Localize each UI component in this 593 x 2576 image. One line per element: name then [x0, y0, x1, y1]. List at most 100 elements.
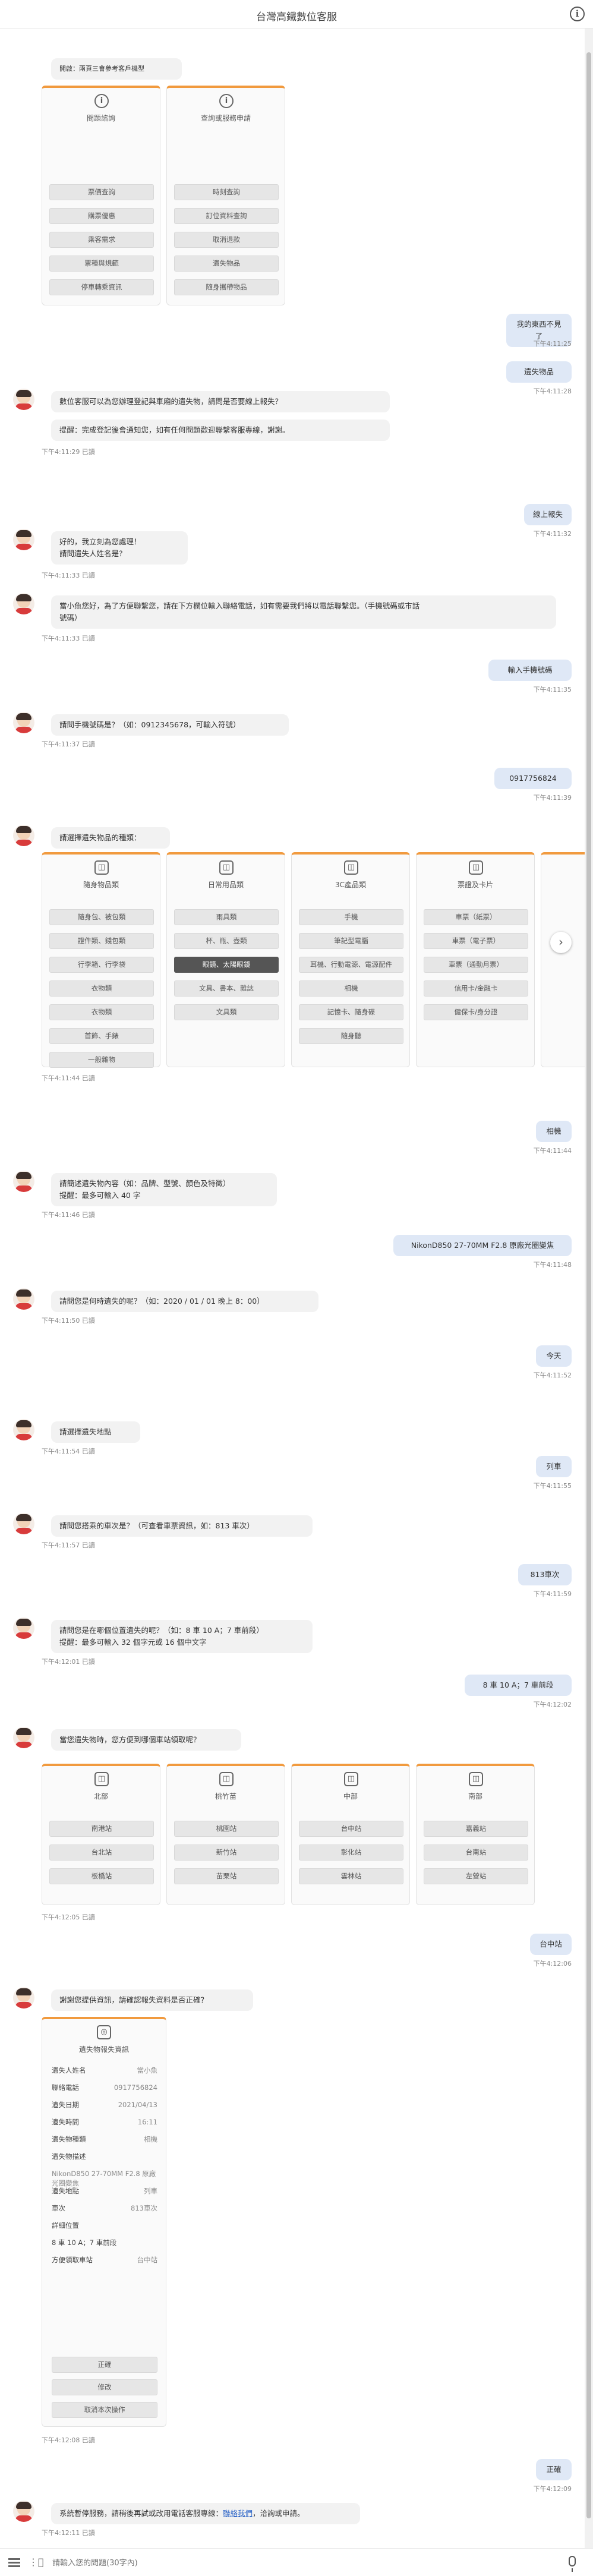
option-button[interactable]: 筆記型電腦	[299, 933, 403, 949]
card-title: 北部	[93, 1792, 108, 1801]
summary-action-button[interactable]: 正確	[52, 2357, 157, 2373]
option-card: ◫ 中部 台中站 彰化站 雲林站	[291, 1764, 410, 1905]
option-button[interactable]: 記憶卡、隨身碟	[299, 1004, 403, 1020]
summary-row: 遺失物描述	[52, 2152, 86, 2161]
bot-avatar	[13, 1727, 34, 1748]
option-button[interactable]: 訂位資料查詢	[174, 208, 279, 224]
option-button[interactable]: 隨身聽	[299, 1028, 403, 1044]
option-card: ◫	[541, 852, 585, 1067]
summary-action-button[interactable]: 修改	[52, 2379, 157, 2395]
summary-row: 聯絡電話 0917756824	[52, 2083, 157, 2092]
option-card: ◫ 日常用品類雨具類杯、瓶、壺類 眼鏡、太陽眼鏡 文具、書本、雜誌 文具類	[166, 852, 285, 1067]
option-button[interactable]: 行李箱、行李袋	[49, 957, 154, 973]
option-button[interactable]: 南港站	[49, 1821, 154, 1837]
option-button[interactable]: 眼鏡、太陽眼鏡	[174, 957, 279, 973]
category-icon: ◫	[219, 860, 234, 875]
bot-avatar	[13, 529, 34, 550]
bot-avatar	[13, 1987, 34, 2009]
option-button[interactable]: 一般雜物	[49, 1052, 154, 1068]
quick-reply-icon[interactable]: ⋮⃰	[29, 2556, 44, 2568]
option-button[interactable]: 文具類	[174, 1004, 279, 1020]
microphone-icon[interactable]	[569, 2556, 576, 2572]
bot-avatar	[13, 1288, 34, 1310]
summary-row: NikonD850 27-70MM F2.8 原廠光圈變焦	[52, 2170, 156, 2187]
card-title: 查詢或服務申請	[200, 114, 251, 122]
option-button[interactable]: 隨身攜帶物品	[174, 279, 279, 295]
option-button[interactable]: 時刻查詢	[174, 184, 279, 200]
scrollbar-thumb[interactable]	[586, 52, 591, 2518]
option-button[interactable]: 車票（電子票）	[424, 933, 528, 949]
category-icon: ◫	[344, 860, 358, 875]
option-button[interactable]: 苗栗站	[174, 1868, 279, 1884]
message-input[interactable]	[52, 2554, 551, 2572]
bot-avatar	[13, 593, 34, 614]
bot-avatar	[13, 1171, 34, 1192]
option-button[interactable]: 左營站	[424, 1868, 528, 1884]
option-button[interactable]: 台北站	[49, 1844, 154, 1861]
card-title: 桃竹苗	[215, 1792, 236, 1801]
carousel-next-arrow[interactable]: ›	[550, 932, 572, 953]
option-button[interactable]: 遺失物品	[174, 256, 279, 272]
option-button[interactable]: 杯、瓶、壺類	[174, 933, 279, 949]
option-button[interactable]: 衣物類	[49, 1004, 154, 1020]
option-button[interactable]: 票價查詢	[49, 184, 154, 200]
option-card: ◫ 北部 南港站 台北站 板橋站	[42, 1764, 160, 1905]
card-title: 票證及卡片	[457, 881, 493, 889]
chat-scrollbar[interactable]	[585, 29, 593, 2548]
header-bar: 台灣高鐵數位客服 i	[0, 0, 593, 29]
option-button[interactable]: 取消退款	[174, 232, 279, 248]
page-title: 台灣高鐵數位客服	[256, 11, 337, 23]
train-icon: ◎	[97, 2025, 111, 2039]
option-card: ◫ 桃竹苗 桃園站 新竹站 苗栗站	[166, 1764, 285, 1905]
option-button[interactable]: 健保卡/身分證	[424, 1004, 528, 1020]
option-button[interactable]: 停車轉乘資訊	[49, 279, 154, 295]
menu-icon[interactable]	[8, 2558, 20, 2567]
option-button[interactable]: 隨身包、被包類	[49, 909, 154, 925]
summary-row: 遺失日期 2021/04/13	[52, 2101, 157, 2109]
option-button[interactable]: 新竹站	[174, 1844, 279, 1861]
info-icon[interactable]: i	[570, 7, 585, 21]
summary-row: 遺失人姓名 當小魚	[52, 2066, 157, 2074]
option-button[interactable]: 嘉義站	[424, 1821, 528, 1837]
bot-avatar	[13, 1513, 34, 1534]
option-button[interactable]: 首飾、手錶	[49, 1028, 154, 1044]
option-button[interactable]: 手機	[299, 909, 403, 925]
option-button[interactable]: 雲林站	[299, 1868, 403, 1884]
lost-item-summary-card: ◎ 遺失物報失資訊 遺失人姓名 當小魚 聯絡電話 0917756824 遺失日期 2021…	[42, 2017, 166, 2427]
card-title: 日常用品類	[207, 881, 244, 889]
option-card: ◫ 隨身物品類 隨身包、被包類 證件類、錢包類 行李箱、行李袋 衣物類 衣物類 首飾、手錶 一般…	[42, 852, 160, 1068]
option-button[interactable]: 雨具類	[174, 909, 279, 925]
option-button[interactable]: 台中站	[299, 1821, 403, 1837]
chat-log[interactable]: 開啟：兩頁三會參考客戶機型 i 問題諮詢 票價查詢 購票優惠 乘客需求 票種與規範 停車轉乘…	[0, 29, 585, 2548]
option-button[interactable]: 衣物類	[49, 980, 154, 997]
option-card: ◫ 票證及卡片 車票（紙票） 車票（電子票） 車票（通勤月票） 信用卡/金融卡 健保卡/身分…	[416, 852, 535, 1067]
option-button[interactable]: 信用卡/金融卡	[424, 980, 528, 997]
summary-row: 遺失地點 列車	[52, 2187, 157, 2195]
option-button[interactable]: 相機	[299, 980, 403, 997]
summary-row: 遺失時間 16:11	[52, 2118, 157, 2126]
option-card: i 查詢或服務申請 時刻查詢 訂位資料查詢 取消退款 遺失物品 隨身攜帶物品	[166, 86, 285, 305]
option-button[interactable]: 乘客需求	[49, 232, 154, 248]
option-button[interactable]: 購票優惠	[49, 208, 154, 224]
option-button[interactable]: 車票（通勤月票）	[424, 957, 528, 973]
card-title: 隨身物品類	[83, 881, 119, 889]
contact-us-link[interactable]: 聯絡我們	[223, 2509, 253, 2518]
card-title: 中部	[343, 1792, 358, 1801]
card-title: 問題諮詢	[86, 114, 115, 122]
category-icon: ◫	[94, 860, 109, 875]
summary-row: 方便領取車站 台中站	[52, 2256, 157, 2264]
option-button[interactable]: 桃園站	[174, 1821, 279, 1837]
option-card: ◫ 3C產品類 手機 筆記型電腦 耳機、行動電源、電源配件 相機 記憶卡、隨身碟 隨身聽	[291, 852, 410, 1067]
bot-avatar	[13, 2501, 34, 2522]
option-button[interactable]: 文具、書本、雜誌	[174, 980, 279, 997]
option-button[interactable]: 車票（紙票）	[424, 909, 528, 925]
option-button[interactable]: 證件類、錢包類	[49, 933, 154, 949]
option-button[interactable]: 板橋站	[49, 1868, 154, 1884]
option-button[interactable]: 彰化站	[299, 1844, 403, 1861]
summary-action-button[interactable]: 取消本次操作	[52, 2402, 157, 2418]
option-button[interactable]: 票種與規範	[49, 256, 154, 272]
card-title: 南部	[468, 1792, 482, 1801]
option-button[interactable]: 耳機、行動電源、電源配件	[299, 957, 403, 973]
summary-title: 遺失物報失資訊	[78, 2045, 129, 2054]
option-button[interactable]: 台南站	[424, 1844, 528, 1861]
